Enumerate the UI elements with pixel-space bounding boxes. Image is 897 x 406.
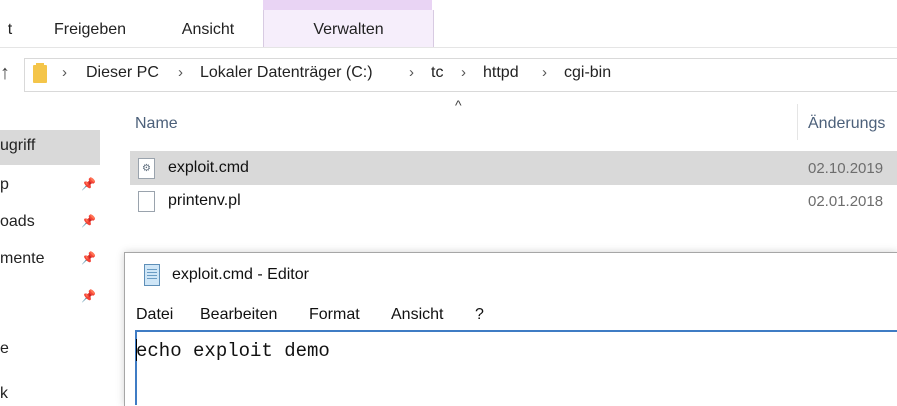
menu-format[interactable]: Format — [309, 306, 360, 324]
breadcrumb-cgi-bin[interactable]: cgi-bin — [564, 64, 611, 82]
breadcrumb-chevron-icon[interactable]: › — [62, 64, 67, 81]
breadcrumb-chevron-icon[interactable]: › — [461, 64, 466, 81]
column-header-date[interactable]: Änderungs — [808, 115, 885, 133]
menu-bearbeiten[interactable]: Bearbeiten — [200, 306, 277, 324]
ribbon-tabs: t Freigeben Ansicht Verwalten — [0, 0, 897, 48]
sort-ascending-icon: ^ — [455, 97, 462, 113]
nav-item-schnellzugriff[interactable]: ugriff — [0, 137, 35, 155]
breadcrumb-chevron-icon[interactable]: › — [542, 64, 547, 81]
column-header-name[interactable]: Name — [135, 115, 178, 133]
pin-icon: 📌 — [81, 214, 96, 228]
menu-help[interactable]: ? — [475, 306, 484, 324]
nav-item-partial-e[interactable]: e — [0, 340, 9, 358]
up-arrow-icon[interactable]: ↑ — [0, 62, 10, 85]
nav-item-downloads[interactable]: oads — [0, 213, 35, 231]
pin-icon: 📌 — [81, 289, 96, 303]
editor-content[interactable]: echo exploit demo — [136, 340, 330, 362]
file-name[interactable]: printenv.pl — [168, 192, 241, 210]
manage-tab-accent — [263, 0, 432, 10]
breadcrumb-httpd[interactable]: httpd — [483, 64, 519, 82]
breadcrumb-dieser-pc[interactable]: Dieser PC — [86, 64, 159, 82]
cmd-file-icon: ⚙ — [138, 158, 155, 179]
nav-item-partial-k[interactable]: k — [0, 385, 8, 403]
file-date: 02.01.2018 — [808, 193, 884, 210]
tab-freigeben[interactable]: Freigeben — [40, 0, 140, 47]
file-name[interactable]: exploit.cmd — [168, 159, 249, 177]
notepad-icon — [144, 264, 160, 286]
file-icon — [138, 191, 155, 212]
breadcrumb-chevron-icon[interactable]: › — [409, 64, 414, 81]
file-date: 02.10.2019 — [808, 160, 884, 177]
breadcrumb-drive-c[interactable]: Lokaler Datenträger (C:) — [200, 64, 373, 82]
tab-verwalten[interactable]: Verwalten — [263, 10, 434, 47]
column-divider[interactable] — [797, 104, 798, 140]
tab-ansicht[interactable]: Ansicht — [158, 0, 258, 47]
text-caret — [136, 339, 137, 361]
breadcrumb-tc[interactable]: tc — [431, 64, 443, 82]
breadcrumb-chevron-icon[interactable]: › — [178, 64, 183, 81]
nav-item-dokumente[interactable]: mente — [0, 250, 44, 268]
menu-datei[interactable]: Datei — [136, 306, 173, 324]
menu-ansicht[interactable]: Ansicht — [391, 306, 443, 324]
pin-icon: 📌 — [81, 251, 96, 265]
nav-item-desktop[interactable]: p — [0, 176, 9, 194]
tab-partial[interactable]: t — [0, 0, 20, 47]
editor-title: exploit.cmd - Editor — [172, 266, 309, 283]
pin-icon: 📌 — [81, 177, 96, 191]
folder-icon — [33, 63, 47, 83]
